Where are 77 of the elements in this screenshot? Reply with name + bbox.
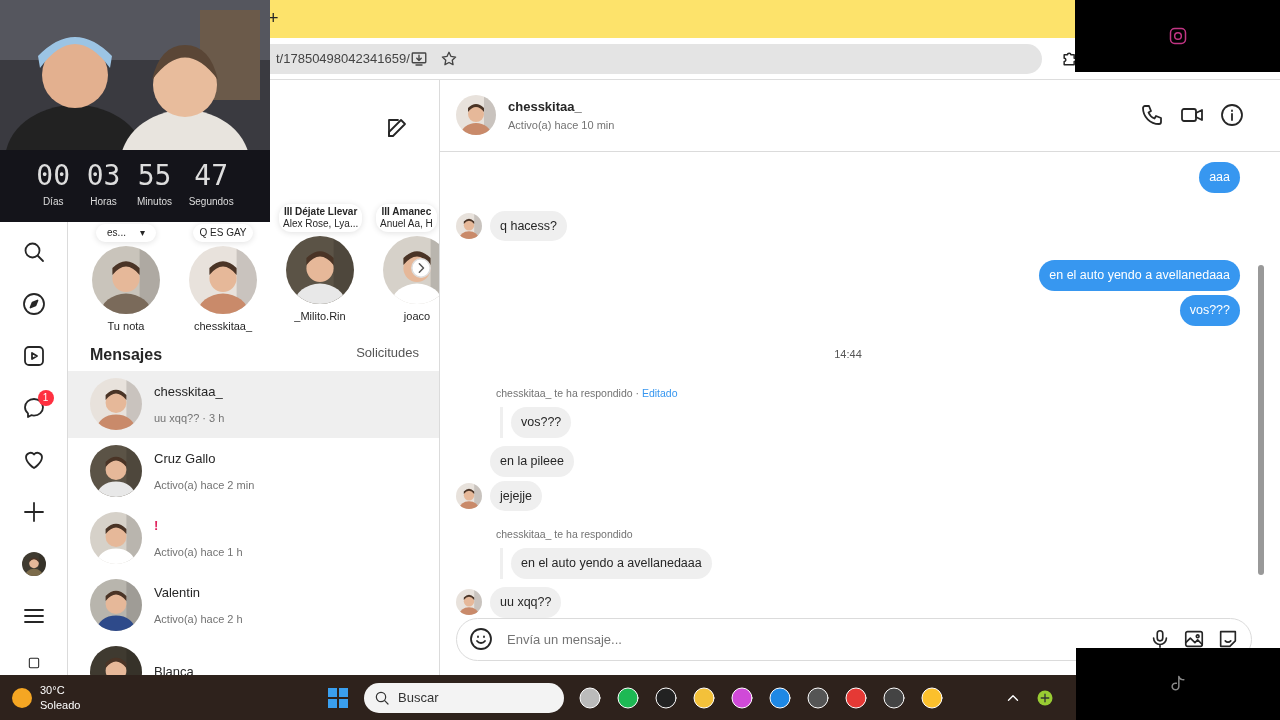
- note-artist: Anuel Aa, H: [380, 218, 433, 230]
- timestamp: 14:44: [834, 347, 862, 360]
- note-bubble[interactable]: Q ES GAY: [193, 224, 253, 242]
- notification-badge: 1: [37, 390, 54, 406]
- star-icon[interactable]: [439, 49, 458, 68]
- conversation-status: Activo(a) hace 1 h: [154, 544, 243, 560]
- note-text: Q ES GAY: [199, 227, 247, 239]
- plus-icon[interactable]: [21, 500, 46, 524]
- reels-icon[interactable]: [21, 344, 46, 368]
- timer-value: 47: [193, 162, 229, 190]
- music-bars-icon: III: [283, 206, 293, 217]
- sent-message: aaa: [1199, 161, 1240, 193]
- music-bars-icon: III: [381, 206, 390, 217]
- temperature: 30°C: [40, 683, 66, 698]
- story-name[interactable]: chesskitaa_: [193, 318, 253, 335]
- note-bubble[interactable]: III Amanec Anuel Aa, H: [376, 204, 437, 232]
- note-text: es...: [107, 227, 126, 239]
- conversation-row[interactable]: Cruz Gallo Activo(a) hace 2 min: [68, 437, 439, 505]
- note-title: Amanec: [392, 206, 432, 217]
- contact-name: !: [154, 517, 160, 535]
- story-name[interactable]: _Milito.Rin: [294, 308, 346, 325]
- note-bubble[interactable]: es... ▾: [96, 224, 156, 242]
- windows-start-icon[interactable]: [326, 685, 350, 710]
- inbox-title: Mensajes: [90, 344, 163, 365]
- reply-label: chesskitaa_ te ha respondido: [496, 528, 633, 541]
- timer-value: 00: [36, 162, 71, 190]
- note-bubble[interactable]: III Déjate Llevar Alex Rose, Lya...: [279, 204, 363, 232]
- received-message: en la pileee: [490, 445, 574, 477]
- compose-icon[interactable]: [385, 116, 409, 140]
- chat-contact-status: Activo(a) hace 10 min: [508, 117, 616, 133]
- timer-unit: Minutos: [137, 195, 172, 209]
- contact-name: Cruz Gallo: [154, 450, 217, 468]
- quoted-message: en el auto yendo a avellanedaaa: [511, 548, 712, 579]
- chat-contact-name[interactable]: chesskitaa_: [508, 97, 1128, 117]
- requests-link[interactable]: Solicitudes: [356, 342, 419, 367]
- sent-message: vos???: [1179, 295, 1240, 326]
- quoted-message: vos???: [511, 407, 572, 438]
- search-icon: [374, 689, 390, 706]
- note-title: Déjate Llevar: [295, 206, 358, 217]
- scrollbar-thumb[interactable]: [1258, 265, 1264, 575]
- address-bar[interactable]: t/17850498042341659/: [270, 43, 1042, 74]
- received-message: jejejje: [490, 480, 542, 512]
- timer-unit: Segundos: [188, 195, 234, 209]
- timer-unit: Horas: [89, 195, 118, 209]
- timer-value: 55: [137, 162, 172, 190]
- sent-message: en el auto yendo a avellanedaaa: [1039, 260, 1240, 292]
- contact-name: Valentin: [154, 584, 201, 602]
- phone-icon[interactable]: [1140, 103, 1164, 128]
- install-icon[interactable]: [409, 49, 428, 68]
- taskbar-search[interactable]: Buscar: [364, 682, 564, 713]
- plus-circle-icon[interactable]: [1036, 688, 1054, 707]
- separator-dot: ·: [635, 387, 639, 400]
- instagram-icon: [1167, 26, 1188, 46]
- note-artist: Alex Rose, Lya...: [283, 218, 359, 230]
- square-icon[interactable]: [26, 656, 41, 670]
- conversation-row[interactable]: ! Activo(a) hace 1 h: [68, 504, 439, 572]
- conversation-row[interactable]: chesskitaa_ uu xqq?? · 3 h: [68, 370, 439, 438]
- story-name[interactable]: Tu nota: [107, 318, 145, 335]
- sun-icon: [12, 687, 32, 708]
- message-input[interactable]: Envía un mensaje...: [505, 628, 1137, 651]
- received-message: uu xqq??: [490, 586, 562, 618]
- conversation-status: Activo(a) hace 2 h: [154, 611, 243, 627]
- compass-icon[interactable]: [21, 292, 46, 316]
- received-message: q hacess?: [490, 210, 567, 242]
- timer-value: 03: [86, 162, 121, 190]
- dropdown-caret-icon[interactable]: ▾: [139, 227, 145, 239]
- contact-name: chesskitaa_: [154, 383, 224, 401]
- timer-unit: Días: [41, 195, 65, 209]
- emoji-icon[interactable]: [469, 627, 493, 652]
- weather-label: Soleado: [40, 697, 81, 712]
- info-icon[interactable]: [1220, 103, 1244, 128]
- reply-label: chesskitaa_ te ha respondido: [496, 387, 633, 400]
- conversation-status: Activo(a) hace 2 min: [154, 477, 255, 493]
- edited-label: Editado: [641, 387, 678, 400]
- conversation-row[interactable]: Valentin Activo(a) hace 2 h: [68, 571, 439, 639]
- conversation-status: uu xqq?? · 3 h: [154, 410, 225, 426]
- story-name[interactable]: joaco: [403, 308, 431, 325]
